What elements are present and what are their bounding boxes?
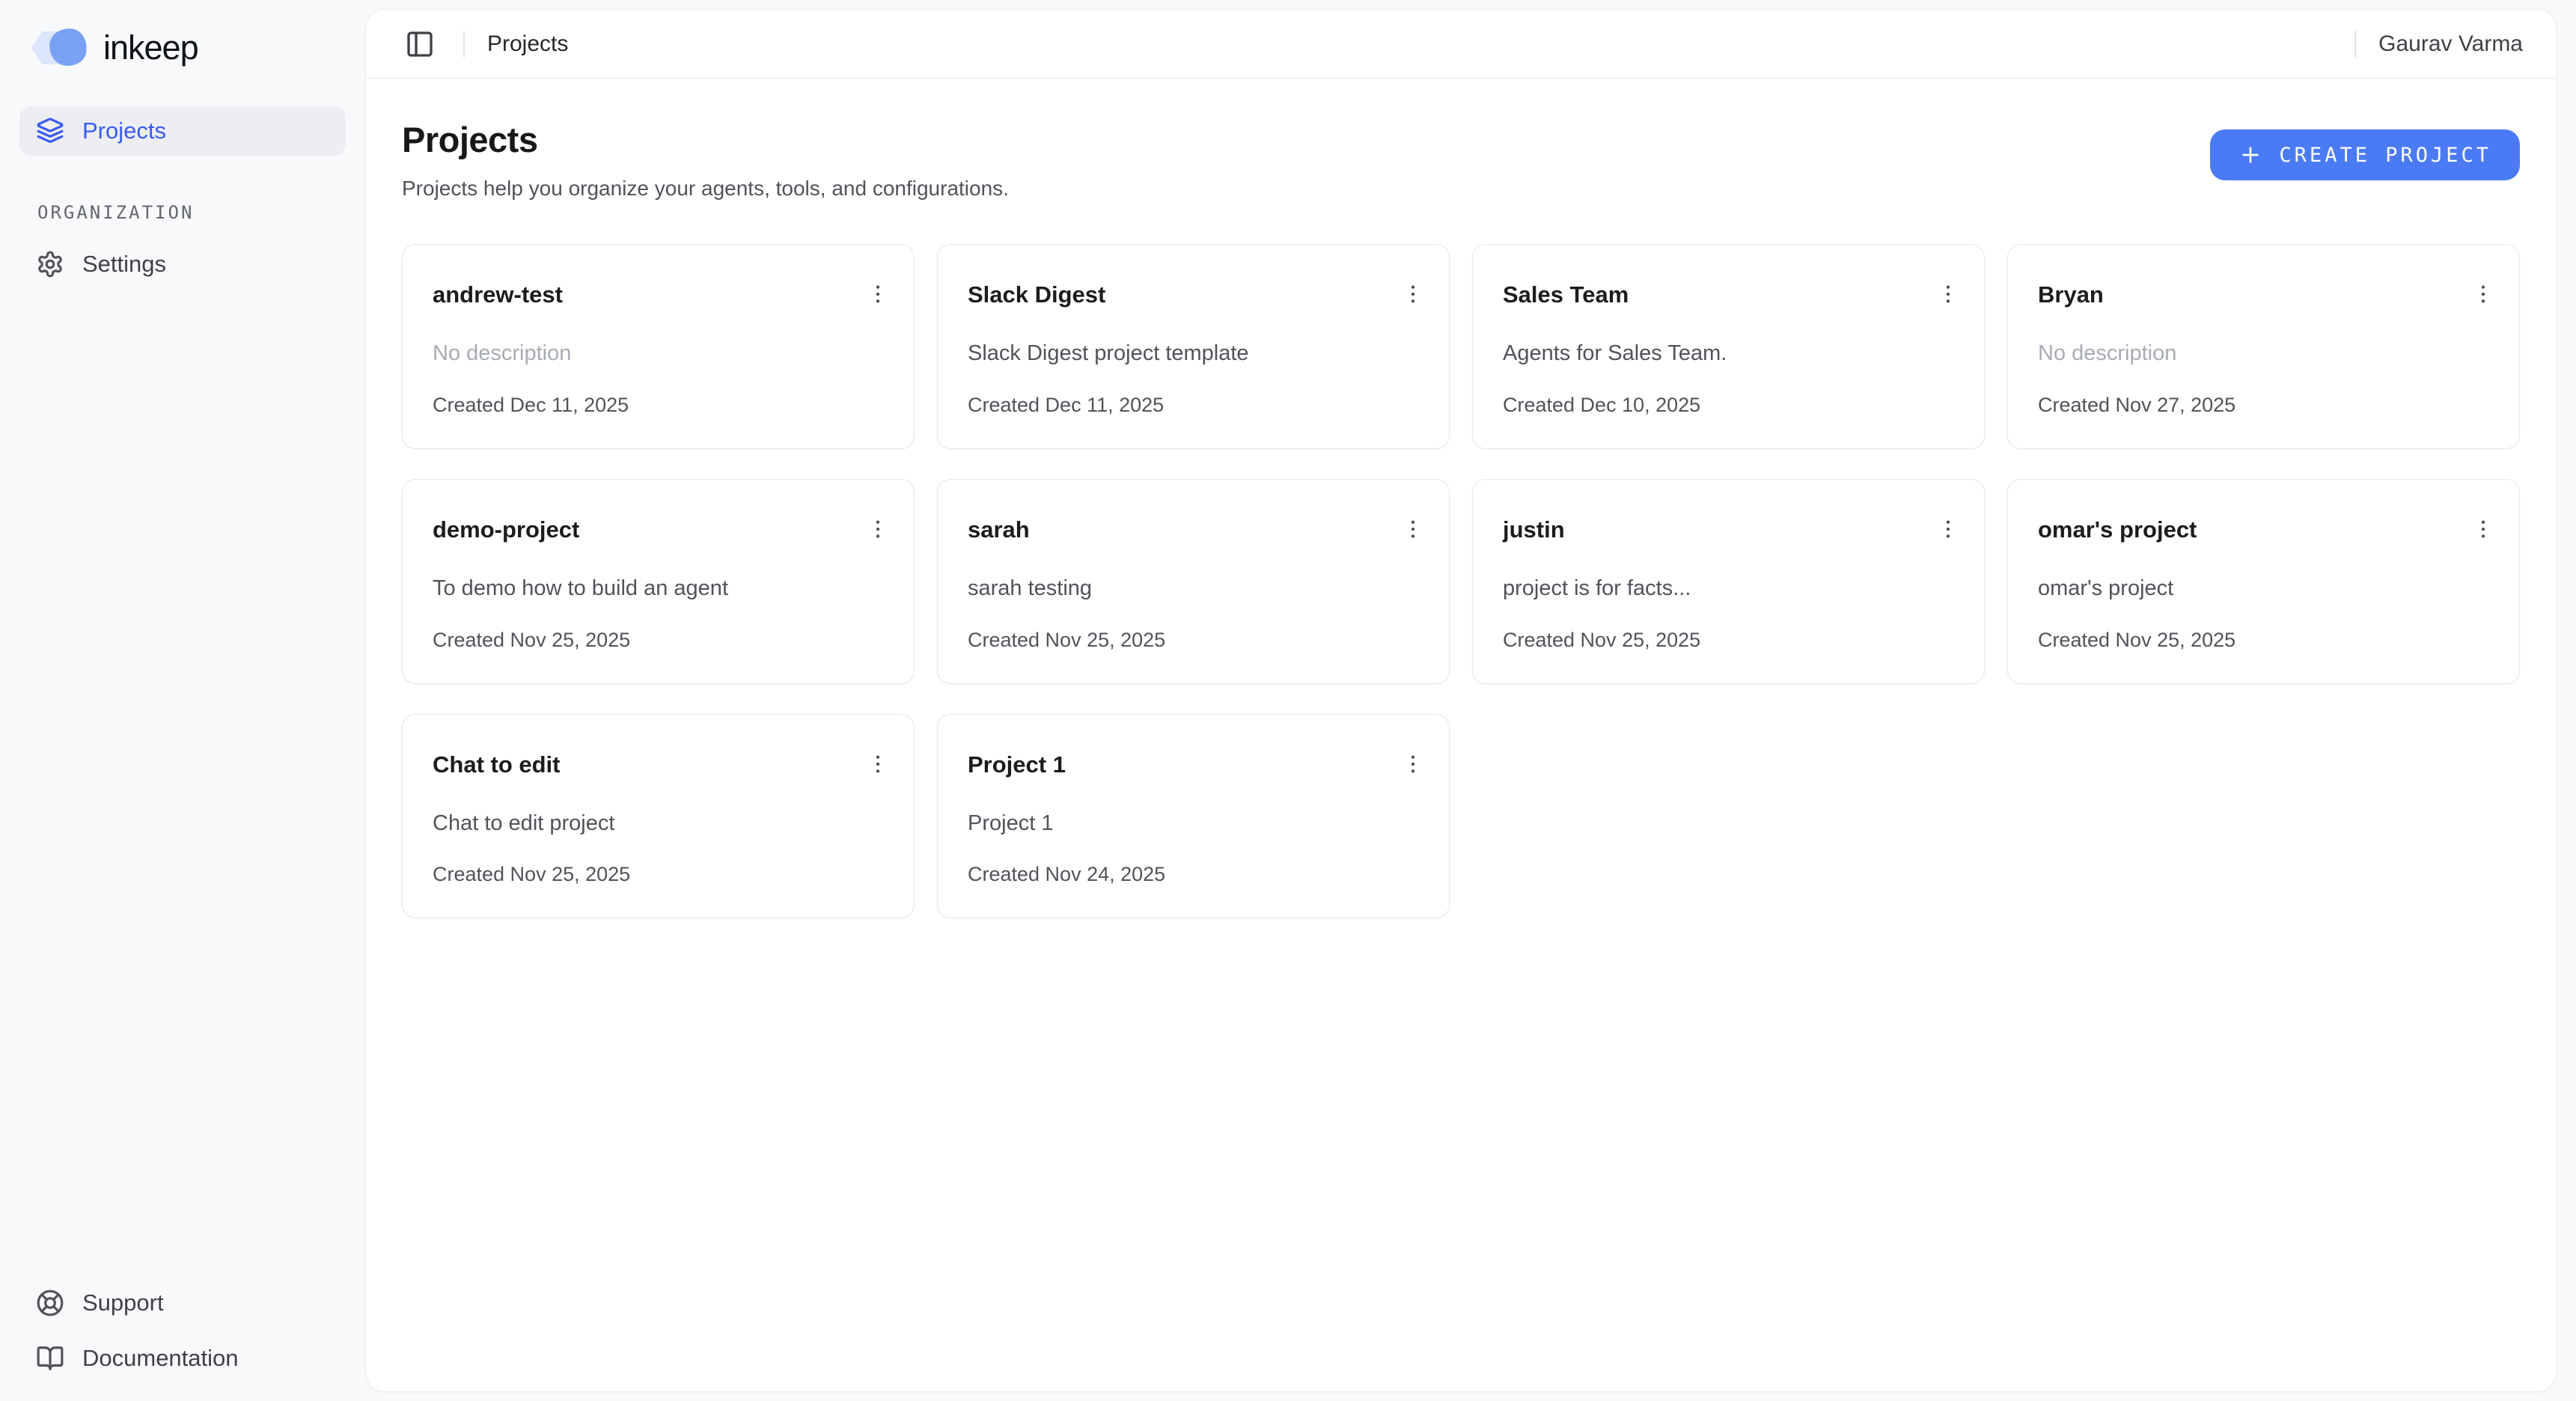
project-created-date: Created Nov 24, 2025 <box>968 863 1422 886</box>
project-created-date: Created Dec 11, 2025 <box>433 394 887 417</box>
project-description: No description <box>433 341 887 367</box>
project-menu-button[interactable] <box>1930 511 1966 547</box>
kebab-menu-icon <box>2471 517 2495 541</box>
project-card[interactable]: omar's project omar's project Created No… <box>2007 479 2520 684</box>
project-menu-button[interactable] <box>2465 276 2501 312</box>
sidebar-item-label: Support <box>82 1289 164 1316</box>
project-description: project is for facts... <box>1503 576 1957 602</box>
page-title: Projects <box>402 119 1009 160</box>
project-description: No description <box>2038 341 2492 367</box>
project-created-date: Created Nov 25, 2025 <box>1503 629 1957 652</box>
main-panel: Projects Gaurav Varma Projects Projects … <box>365 9 2557 1392</box>
sidebar-section-organization: ORGANIZATION <box>37 202 346 223</box>
project-name: omar's project <box>2038 517 2197 543</box>
project-description: Slack Digest project template <box>968 341 1422 367</box>
project-name: Slack Digest <box>968 282 1105 308</box>
sidebar-item-label: Settings <box>82 251 166 278</box>
project-description: sarah testing <box>968 576 1422 602</box>
brand-name: inkeep <box>103 28 198 67</box>
project-created-date: Created Dec 10, 2025 <box>1503 394 1957 417</box>
project-menu-button[interactable] <box>1930 276 1966 312</box>
page-subtitle: Projects help you organize your agents, … <box>402 177 1009 201</box>
sidebar-item-documentation[interactable]: Documentation <box>19 1334 346 1383</box>
project-card[interactable]: andrew-test No description Created Dec 1… <box>402 244 915 449</box>
sidebar-toggle-button[interactable] <box>399 23 441 65</box>
project-card[interactable]: Sales Team Agents for Sales Team. Create… <box>1472 244 1985 449</box>
create-project-button-label: CREATE PROJECT <box>2279 144 2491 167</box>
project-name: Chat to edit <box>433 752 561 778</box>
project-name: Project 1 <box>968 752 1066 778</box>
project-description: To demo how to build an agent <box>433 576 887 602</box>
kebab-menu-icon <box>1401 282 1425 306</box>
user-menu[interactable]: Gaurav Varma <box>2378 31 2523 57</box>
sidebar-footer: Support Documentation <box>19 1278 346 1383</box>
kebab-menu-icon <box>866 752 890 776</box>
kebab-menu-icon <box>866 282 890 306</box>
project-menu-button[interactable] <box>860 276 896 312</box>
breadcrumb: Projects <box>487 31 568 57</box>
project-card[interactable]: justin project is for facts... Created N… <box>1472 479 1985 684</box>
project-card[interactable]: demo-project To demo how to build an age… <box>402 479 915 684</box>
kebab-menu-icon <box>866 517 890 541</box>
kebab-menu-icon <box>2471 282 2495 306</box>
project-card[interactable]: Project 1 Project 1 Created Nov 24, 2025 <box>937 714 1450 919</box>
project-menu-button[interactable] <box>860 746 896 782</box>
project-description: Chat to edit project <box>433 811 887 837</box>
project-menu-button[interactable] <box>1395 276 1431 312</box>
project-menu-button[interactable] <box>2465 511 2501 547</box>
kebab-menu-icon <box>1401 517 1425 541</box>
divider <box>2354 31 2356 58</box>
divider <box>463 31 465 58</box>
projects-page: Projects Projects help you organize your… <box>366 79 2556 1391</box>
book-open-icon <box>36 1344 64 1373</box>
project-menu-button[interactable] <box>1395 511 1431 547</box>
project-menu-button[interactable] <box>1395 746 1431 782</box>
sidebar-item-settings[interactable]: Settings <box>19 239 346 289</box>
create-project-button[interactable]: CREATE PROJECT <box>2210 129 2520 180</box>
sidebar-item-label: Documentation <box>82 1345 239 1372</box>
project-card[interactable]: Slack Digest Slack Digest project templa… <box>937 244 1450 449</box>
page-header: Projects Projects help you organize your… <box>402 119 2520 201</box>
sidebar-item-support[interactable]: Support <box>19 1278 346 1328</box>
project-name: sarah <box>968 517 1030 543</box>
inkeep-logo-icon <box>31 28 87 67</box>
project-created-date: Created Nov 25, 2025 <box>433 629 887 652</box>
project-name: andrew-test <box>433 282 563 308</box>
project-name: Sales Team <box>1503 282 1629 308</box>
kebab-menu-icon <box>1936 282 1960 306</box>
project-created-date: Created Nov 25, 2025 <box>968 629 1422 652</box>
sidebar-item-label: Projects <box>82 117 166 144</box>
projects-grid: andrew-test No description Created Dec 1… <box>402 244 2520 918</box>
lifebuoy-icon <box>36 1289 64 1317</box>
project-name: Bryan <box>2038 282 2104 308</box>
plus-icon <box>2238 143 2262 167</box>
layers-icon <box>36 117 64 145</box>
project-created-date: Created Nov 25, 2025 <box>2038 629 2492 652</box>
kebab-menu-icon <box>1936 517 1960 541</box>
project-description: omar's project <box>2038 576 2492 602</box>
sidebar-item-projects[interactable]: Projects <box>19 106 346 156</box>
project-card[interactable]: Bryan No description Created Nov 27, 202… <box>2007 244 2520 449</box>
project-name: demo-project <box>433 517 579 543</box>
project-created-date: Created Nov 27, 2025 <box>2038 394 2492 417</box>
project-description: Project 1 <box>968 811 1422 837</box>
project-name: justin <box>1503 517 1565 543</box>
project-card[interactable]: Chat to edit Chat to edit project Create… <box>402 714 915 919</box>
project-created-date: Created Nov 25, 2025 <box>433 863 887 886</box>
panel-left-icon <box>405 29 435 59</box>
kebab-menu-icon <box>1401 752 1425 776</box>
brand-logo[interactable]: inkeep <box>19 19 346 67</box>
gear-icon <box>36 250 64 278</box>
sidebar-nav: Projects <box>19 106 346 156</box>
sidebar: inkeep Projects ORGANIZATION Settings <box>0 0 365 1401</box>
project-card[interactable]: sarah sarah testing Created Nov 25, 2025 <box>937 479 1450 684</box>
project-description: Agents for Sales Team. <box>1503 341 1957 367</box>
project-created-date: Created Dec 11, 2025 <box>968 394 1422 417</box>
top-bar: Projects Gaurav Varma <box>366 10 2556 79</box>
project-menu-button[interactable] <box>860 511 896 547</box>
